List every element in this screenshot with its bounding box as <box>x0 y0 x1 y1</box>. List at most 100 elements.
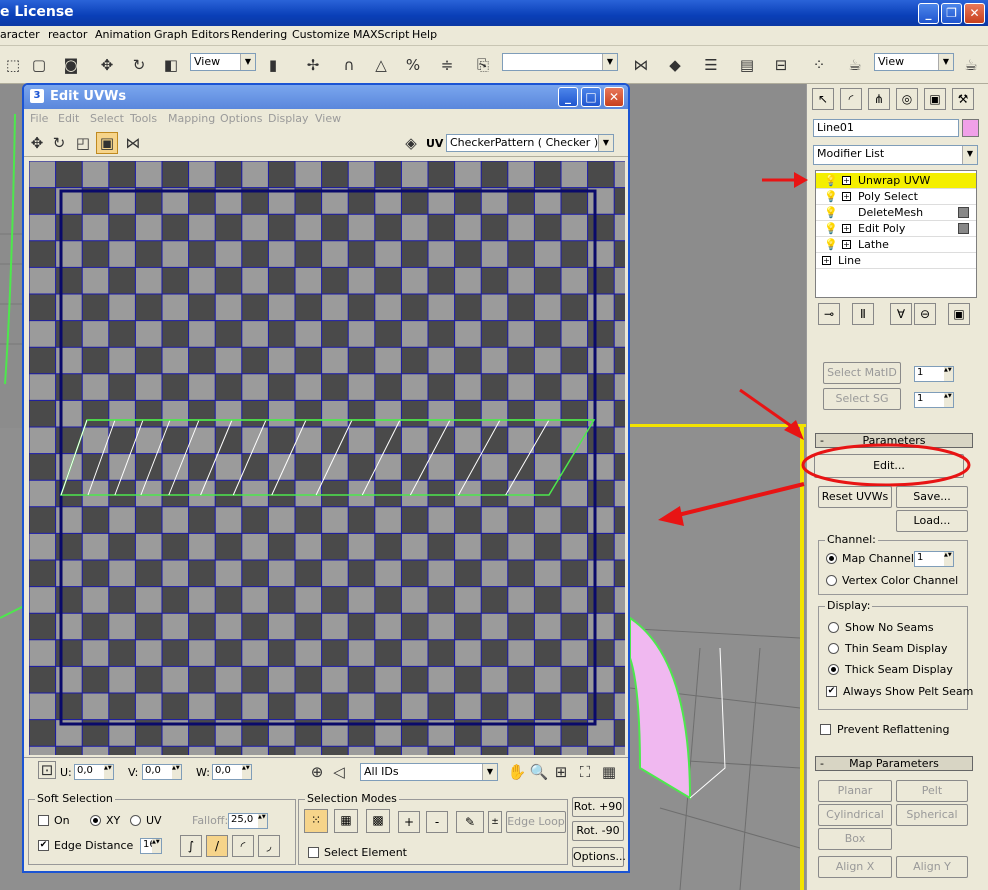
stack-item-poly-select[interactable]: 💡 + Poly Select <box>816 189 976 205</box>
light-bulb-icon[interactable]: 💡 <box>824 237 838 252</box>
percent-snap-icon[interactable]: % <box>402 54 424 76</box>
utilities-tab-icon[interactable]: ⚒ <box>952 88 974 110</box>
uvw-mirror-icon[interactable]: ⋈ <box>122 132 144 154</box>
rotate-icon[interactable]: ↻ <box>128 54 150 76</box>
menu-rendering[interactable]: Rendering <box>231 28 287 41</box>
rotate-plus-90-button[interactable]: Rot. +90 <box>572 797 624 817</box>
falloff-linear-icon[interactable]: / <box>206 835 228 857</box>
uvw-maximize-button[interactable]: □ <box>581 87 601 107</box>
expand-icon[interactable]: + <box>822 256 831 265</box>
reset-uvws-button[interactable]: Reset UVWs <box>818 486 892 508</box>
minimize-button[interactable]: _ <box>918 3 939 24</box>
display-tab-icon[interactable]: ▣ <box>924 88 946 110</box>
falloff-smooth-icon[interactable]: ∫ <box>180 835 202 857</box>
reference-coord-combo[interactable]: View ▼ <box>190 53 256 71</box>
cylindrical-button[interactable]: Cylindrical <box>818 804 892 826</box>
paint-size-spinner[interactable]: ± <box>488 811 502 833</box>
create-tab-icon[interactable]: ↖ <box>812 88 834 110</box>
show-map-icon[interactable]: ◈ <box>400 132 422 154</box>
grow-selection-button[interactable]: + <box>398 811 420 833</box>
remove-modifier-icon[interactable]: ⊖ <box>914 303 936 325</box>
scale-icon[interactable]: ◧ <box>160 54 182 76</box>
falloff-slowout-icon[interactable]: ◜ <box>232 835 254 857</box>
show-grid-icon[interactable]: ▦ <box>598 761 620 783</box>
spinner-snap-icon[interactable]: ≑ <box>436 54 458 76</box>
uvw-menu-view[interactable]: View <box>315 112 341 125</box>
uvw-minimize-button[interactable]: _ <box>558 87 578 107</box>
light-bulb-icon[interactable]: 💡 <box>824 173 838 188</box>
light-bulb-icon[interactable]: 💡 <box>824 221 838 236</box>
vertex-color-channel-radio[interactable] <box>826 575 837 586</box>
window-crossing-icon[interactable]: ◙ <box>60 54 82 76</box>
expand-icon[interactable]: + <box>842 176 851 185</box>
stack-item-line[interactable]: + Line <box>816 253 976 269</box>
material-editor-icon[interactable]: ⁘ <box>808 54 830 76</box>
pin-stack-icon[interactable]: ⊸ <box>818 303 840 325</box>
align-icon[interactable]: ◆ <box>664 54 686 76</box>
shrink-selection-button[interactable]: - <box>426 811 448 833</box>
expand-icon[interactable]: + <box>842 224 851 233</box>
zoom-extents-icon[interactable]: ⛶ <box>574 761 596 783</box>
modifier-stack[interactable]: 💡 + Unwrap UVW 💡 + Poly Select 💡 DeleteM… <box>815 170 977 298</box>
zoom-region-icon[interactable]: ⊞ <box>550 761 572 783</box>
map-parameters-rollout-header[interactable]: - Map Parameters <box>815 756 973 771</box>
uvw-close-button[interactable]: ✕ <box>604 87 624 107</box>
map-channel-radio[interactable] <box>826 553 837 564</box>
edge-distance-checkbox[interactable]: ✔ <box>38 840 49 851</box>
w-spinner[interactable]: 0,0 <box>212 764 252 780</box>
expand-icon[interactable]: + <box>842 240 851 249</box>
falloff-spinner[interactable]: 25,0 <box>228 813 268 829</box>
lock-selected-icon[interactable]: ⊡ <box>38 761 56 779</box>
named-selection-icon[interactable]: ⎘ <box>472 54 494 76</box>
uvw-freeform-icon[interactable]: ▣ <box>96 132 118 154</box>
move-icon[interactable]: ✥ <box>96 54 118 76</box>
uvw-menu-tools[interactable]: Tools <box>130 112 157 125</box>
schematic-view-icon[interactable]: ⊟ <box>770 54 792 76</box>
prevent-reflattening-checkbox[interactable] <box>820 724 831 735</box>
edge-distance-spinner[interactable]: 16 <box>140 838 162 854</box>
hide-icon[interactable]: ◁ <box>328 761 350 783</box>
uvw-menu-display[interactable]: Display <box>268 112 309 125</box>
align-x-button[interactable]: Align X <box>818 856 892 878</box>
box-button[interactable]: Box <box>818 828 892 850</box>
select-element-checkbox[interactable] <box>308 847 319 858</box>
menu-help[interactable]: Help <box>412 28 437 41</box>
pan-icon[interactable]: ✋ <box>506 761 528 783</box>
always-show-pelt-seam-checkbox[interactable]: ✔ <box>826 686 837 697</box>
menu-maxscript[interactable]: MAXScript <box>353 28 409 41</box>
face-mode-icon[interactable]: ▩ <box>366 809 390 833</box>
show-no-seams-radio[interactable] <box>828 622 839 633</box>
edge-loop-button[interactable]: Edge Loop <box>506 811 566 833</box>
map-channel-spinner[interactable]: 1 <box>914 551 954 567</box>
uv-radio[interactable] <box>130 815 141 826</box>
soft-selection-on-checkbox[interactable] <box>38 815 49 826</box>
menu-animation[interactable]: Animation <box>95 28 151 41</box>
select-sg-button[interactable]: Select SG <box>823 388 901 410</box>
hierarchy-tab-icon[interactable]: ⋔ <box>868 88 890 110</box>
planar-button[interactable]: Planar <box>818 780 892 802</box>
ids-combo[interactable]: All IDs ▼ <box>360 763 498 781</box>
zoom-icon[interactable]: 🔍 <box>528 761 550 783</box>
close-button[interactable]: ✕ <box>964 3 985 24</box>
named-selection-combo[interactable]: ▼ <box>502 53 618 71</box>
layer-manager-icon[interactable]: ☰ <box>700 54 722 76</box>
uvw-menu-mapping[interactable]: Mapping <box>168 112 215 125</box>
sg-spinner[interactable]: 1 <box>914 392 954 408</box>
manipulate-icon[interactable]: ✢ <box>302 54 324 76</box>
object-color-swatch[interactable] <box>962 119 979 137</box>
configure-modifier-sets-icon[interactable]: ▣ <box>948 303 970 325</box>
restore-button[interactable]: ❐ <box>941 3 962 24</box>
load-button[interactable]: Load... <box>896 510 968 532</box>
uvw-menu-select[interactable]: Select <box>90 112 124 125</box>
v-spinner[interactable]: 0,0 <box>142 764 182 780</box>
menu-reactor[interactable]: reactor <box>48 28 87 41</box>
matid-spinner[interactable]: 1 <box>914 366 954 382</box>
select-matid-button[interactable]: Select MatID <box>823 362 901 384</box>
menu-customize[interactable]: Customize <box>292 28 350 41</box>
options-button[interactable]: Options... <box>572 847 626 867</box>
quick-render-icon[interactable]: ☕ <box>960 54 982 76</box>
select-rect-icon[interactable]: ▢ <box>28 54 50 76</box>
uvw-scale-icon[interactable]: ◰ <box>72 132 94 154</box>
vertex-mode-icon[interactable]: ⁙ <box>304 809 328 833</box>
u-spinner[interactable]: 0,0 <box>74 764 114 780</box>
